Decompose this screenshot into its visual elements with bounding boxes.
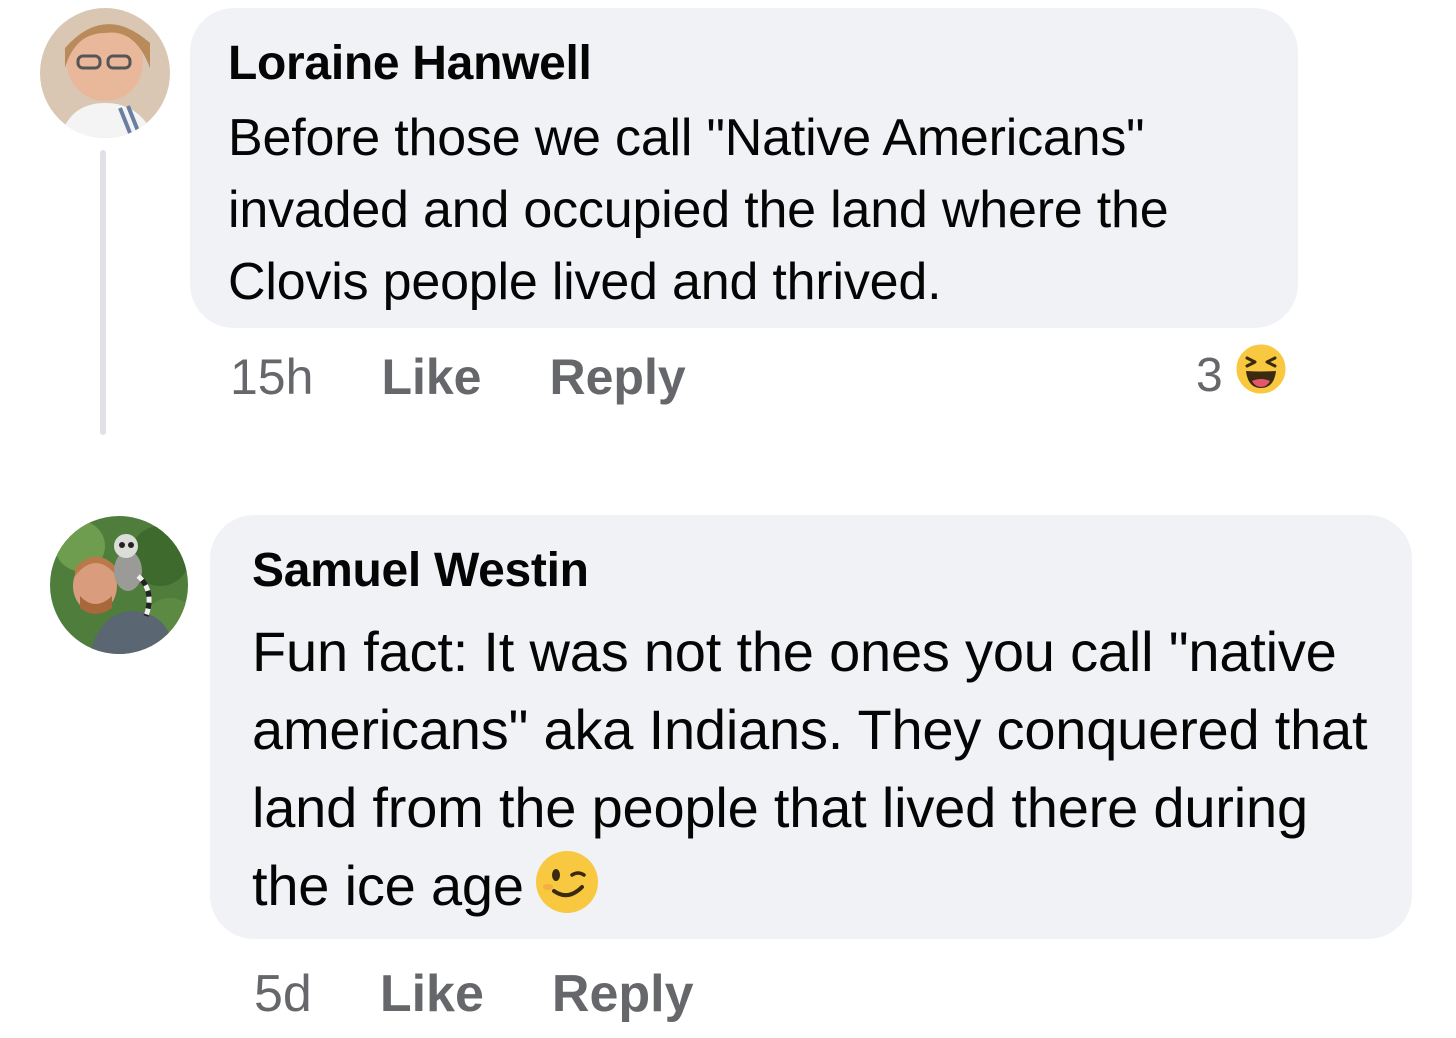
thread-connector-line (100, 150, 106, 435)
avatar[interactable] (50, 516, 188, 654)
avatar[interactable] (40, 8, 170, 138)
comment-text: Fun fact: It was not the ones you call "… (252, 613, 1372, 935)
like-button[interactable]: Like (380, 964, 484, 1024)
winking-emoji-icon (534, 849, 600, 935)
comment-bubble: Loraine Hanwell Before those we call "Na… (190, 8, 1298, 328)
laughing-emoji-icon (1233, 341, 1289, 409)
comment-text-body: Fun fact: It was not the ones you call "… (252, 620, 1368, 917)
comment-timestamp[interactable]: 5d (254, 964, 312, 1024)
comment-timestamp[interactable]: 15h (230, 348, 313, 406)
reaction-summary[interactable]: 3 (1196, 341, 1289, 409)
comment-author[interactable]: Samuel Westin (252, 543, 1372, 599)
comment-text: Before those we call "Native Americans" … (228, 109, 1169, 311)
reply-button[interactable]: Reply (550, 348, 686, 406)
like-button[interactable]: Like (381, 348, 481, 406)
comment-actions: 5d Like Reply (254, 962, 694, 1026)
reply-button[interactable]: Reply (552, 964, 694, 1024)
comment-actions: 15h Like Reply (230, 345, 686, 409)
reaction-count: 3 (1196, 348, 1223, 402)
comment-author[interactable]: Loraine Hanwell (228, 36, 1258, 92)
comment-bubble: Samuel Westin Fun fact: It was not the o… (210, 515, 1412, 939)
